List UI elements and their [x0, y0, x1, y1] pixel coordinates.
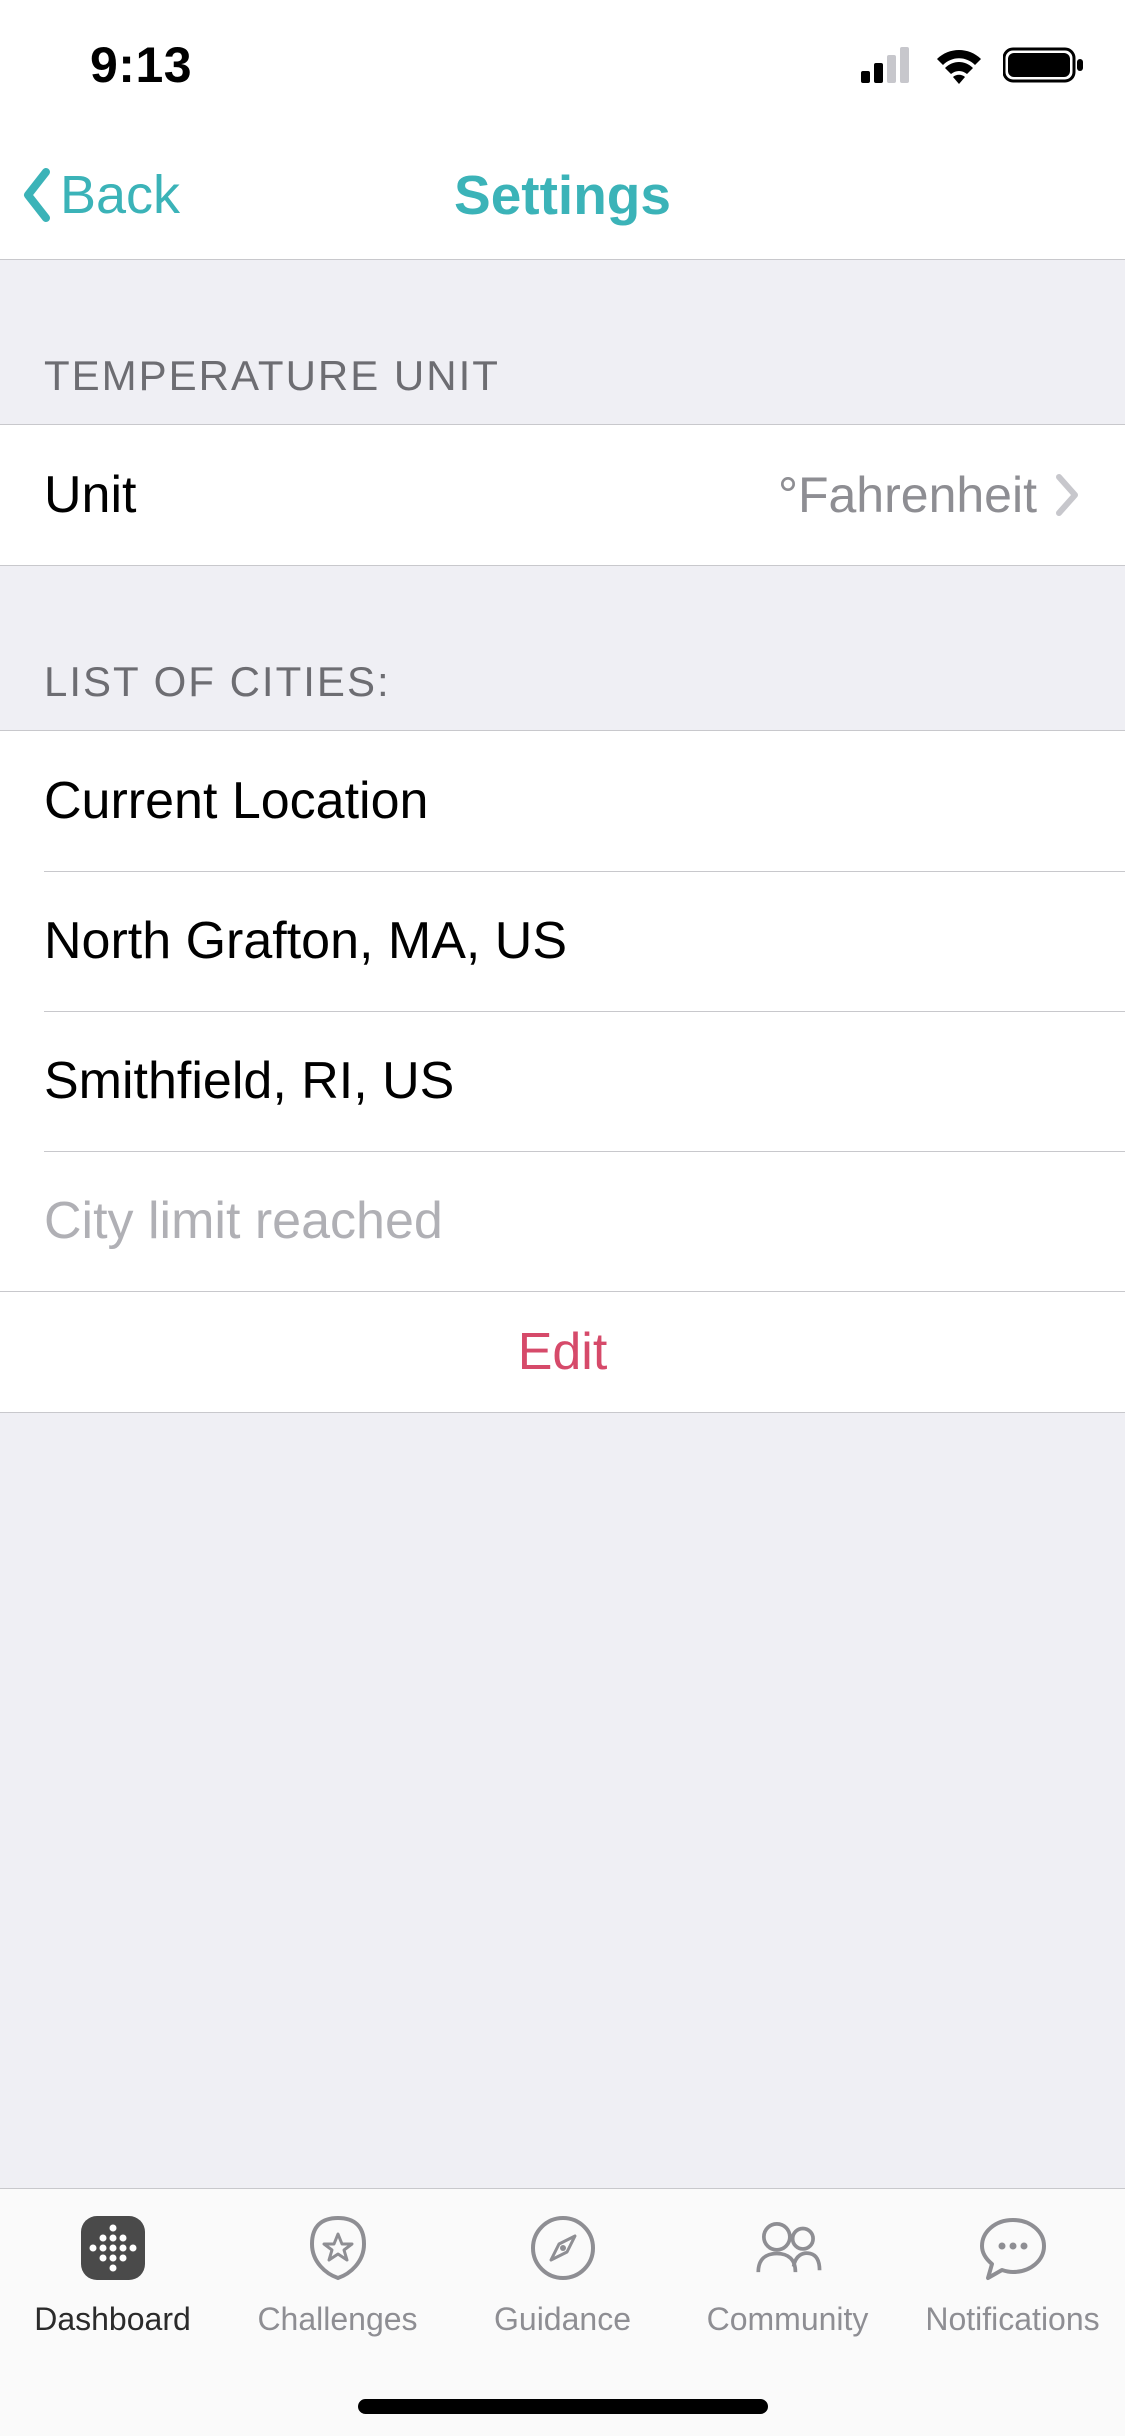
city-limit-row: City limit reached — [0, 1151, 1125, 1291]
chat-bubble-icon — [974, 2209, 1052, 2287]
tab-notifications[interactable]: Notifications — [900, 2209, 1125, 2436]
cities-group: Current Location North Grafton, MA, US S… — [0, 730, 1125, 1292]
compass-icon — [524, 2209, 602, 2287]
status-icons — [861, 46, 1085, 84]
city-row-label: North Grafton, MA, US — [44, 911, 1081, 971]
city-row[interactable]: North Grafton, MA, US — [0, 871, 1125, 1011]
city-row[interactable]: Smithfield, RI, US — [0, 1011, 1125, 1151]
tab-label: Challenges — [257, 2301, 417, 2338]
home-indicator[interactable] — [358, 2399, 768, 2414]
city-row-current-location[interactable]: Current Location — [0, 731, 1125, 871]
wifi-icon — [933, 46, 985, 84]
edit-button[interactable]: Edit — [0, 1292, 1125, 1412]
temperature-unit-group: Unit °Fahrenheit — [0, 424, 1125, 566]
unit-row-value: °Fahrenheit — [778, 466, 1037, 524]
star-badge-icon — [299, 2209, 377, 2287]
status-bar: 9:13 — [0, 0, 1125, 130]
section-header-temperature: TEMPERATURE UNIT — [0, 260, 1125, 424]
edit-group: Edit — [0, 1292, 1125, 1413]
city-limit-label: City limit reached — [44, 1191, 1081, 1251]
tab-dashboard[interactable]: Dashboard — [0, 2209, 225, 2436]
tab-label: Community — [707, 2301, 869, 2338]
chevron-right-icon — [1055, 473, 1081, 517]
back-label: Back — [60, 164, 180, 226]
section-header-cities: LIST OF CITIES: — [0, 566, 1125, 730]
city-row-label: Smithfield, RI, US — [44, 1051, 1081, 1111]
unit-row[interactable]: Unit °Fahrenheit — [0, 425, 1125, 565]
tab-label: Dashboard — [34, 2301, 191, 2338]
dashboard-icon — [74, 2209, 152, 2287]
cellular-icon — [861, 47, 915, 83]
battery-icon — [1003, 46, 1085, 84]
unit-row-label: Unit — [44, 465, 778, 525]
nav-bar: Back Settings — [0, 130, 1125, 260]
people-icon — [749, 2209, 827, 2287]
city-row-label: Current Location — [44, 771, 1081, 831]
edit-label: Edit — [518, 1322, 608, 1382]
back-button[interactable]: Back — [0, 164, 180, 226]
tab-label: Guidance — [494, 2301, 631, 2338]
chevron-left-icon — [18, 166, 54, 224]
tab-label: Notifications — [925, 2301, 1099, 2338]
status-time: 9:13 — [90, 36, 192, 94]
